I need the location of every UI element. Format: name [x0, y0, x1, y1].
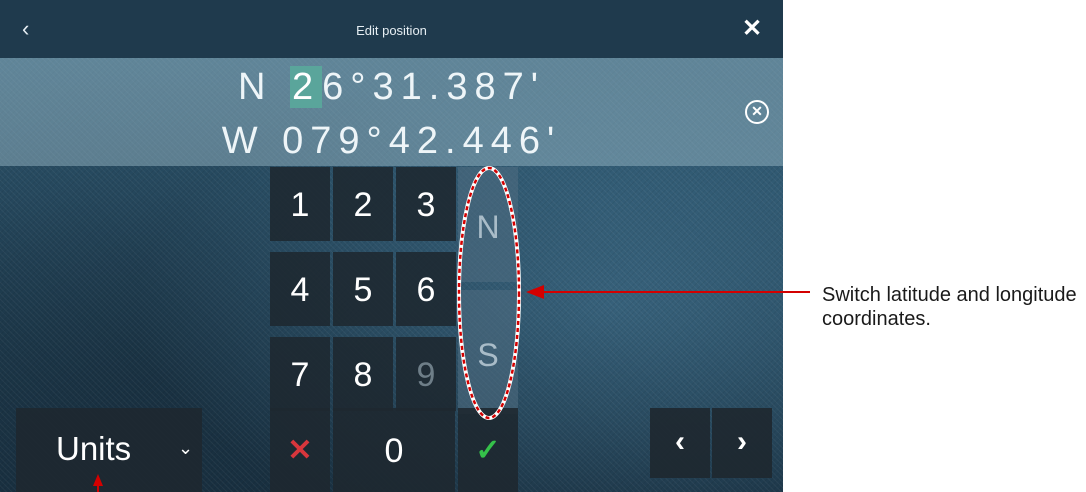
dialog-title: Edit position [356, 23, 427, 38]
key-8[interactable]: 8 [333, 337, 393, 411]
chevron-right-icon: › [737, 425, 747, 458]
chevron-down-icon: ⌄ [178, 438, 194, 458]
latitude-value: 6°31.387' [322, 66, 545, 108]
hemisphere-north-button[interactable]: N [458, 167, 518, 282]
callout-text: Switch latitude and longitude coordinate… [822, 284, 1077, 330]
check-icon: ✓ [475, 434, 501, 467]
confirm-button[interactable]: ✓ [458, 408, 518, 492]
clear-circle-icon: ✕ [751, 103, 763, 119]
clear-button[interactable]: ✕ [745, 100, 769, 124]
edit-cursor-digit: 2 [290, 66, 323, 108]
key-4[interactable]: 4 [270, 252, 330, 326]
hemisphere-south-button[interactable]: S [458, 290, 518, 414]
key-1[interactable]: 1 [270, 167, 330, 241]
latitude-field[interactable]: N 26°31.387' [0, 66, 783, 109]
cursor-left-button[interactable]: ‹ [650, 408, 710, 478]
latitude-hemisphere: N [238, 66, 273, 108]
key-0[interactable]: 0 [333, 408, 455, 492]
close-button[interactable]: ✕ [737, 14, 767, 44]
key-2[interactable]: 2 [333, 167, 393, 241]
key-7[interactable]: 7 [270, 337, 330, 411]
chevron-left-icon: ‹ [675, 425, 685, 458]
cursor-right-button[interactable]: › [712, 408, 772, 478]
cross-icon: ✕ [287, 434, 313, 467]
units-label: Units [56, 430, 132, 467]
key-9: 9 [396, 337, 456, 411]
edit-position-dialog: ‹ Edit position ✕ N 26°31.387' W 079°42.… [0, 0, 783, 492]
key-3[interactable]: 3 [396, 167, 456, 241]
cancel-button[interactable]: ✕ [270, 408, 330, 492]
close-icon: ✕ [741, 15, 763, 42]
title-bar: ‹ Edit position ✕ [0, 0, 783, 58]
longitude-field[interactable]: W 079°42.446' [0, 120, 783, 163]
key-5[interactable]: 5 [333, 252, 393, 326]
key-6[interactable]: 6 [396, 252, 456, 326]
units-dropdown[interactable]: Units ⌄ [16, 408, 202, 492]
coordinate-display: N 26°31.387' W 079°42.446' ✕ [0, 58, 783, 166]
